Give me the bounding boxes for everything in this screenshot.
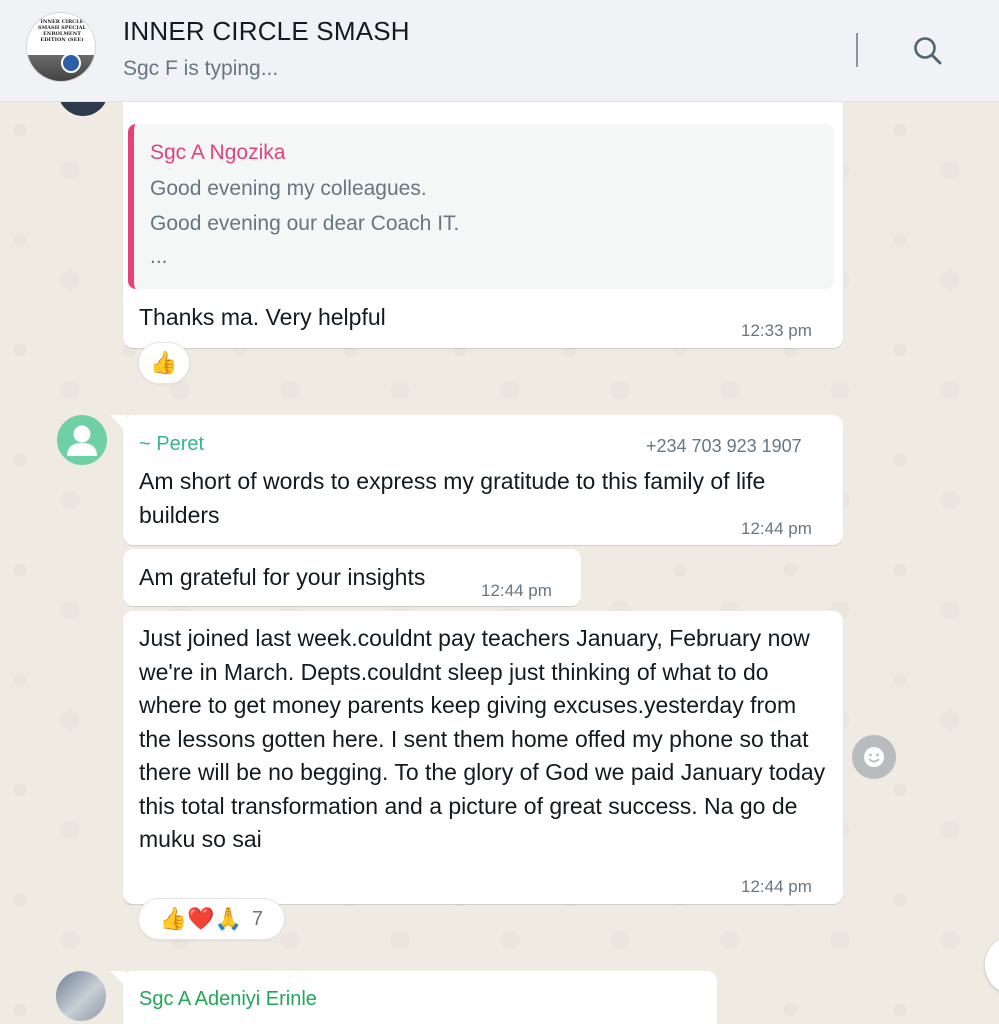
sender-name[interactable]: ~ Peret <box>139 433 204 456</box>
thumbs-up-icon: 👍 <box>150 350 178 375</box>
adeniyi-avatar[interactable] <box>56 971 106 1021</box>
message-text: Just joined last week.couldnt pay teache… <box>139 625 826 852</box>
message-text: Thanks ma. Very helpful <box>139 304 386 330</box>
smiley-icon <box>864 747 884 767</box>
quoted-line: Good evening our dear Coach IT. <box>150 212 460 235</box>
search-button[interactable] <box>910 33 946 69</box>
sender-phone: +234 703 923 1907 <box>646 436 802 456</box>
message-text: Am short of words to express my gratitud… <box>139 468 766 528</box>
quoted-line: Good evening my colleagues. <box>150 177 427 200</box>
chat-header: INNER CIRCLE SMASH SPECIAL ENROLMENT EDI… <box>0 0 999 102</box>
group-avatar-person <box>61 53 81 73</box>
header-divider <box>856 33 858 67</box>
message-time: 12:44 pm <box>741 519 812 538</box>
quoted-line: ... <box>150 245 168 268</box>
chat-title[interactable]: INNER CIRCLE SMASH <box>123 16 410 47</box>
react-button[interactable] <box>852 735 896 779</box>
peret-avatar[interactable] <box>57 415 107 465</box>
sender-name[interactable]: Sgc A Adeniyi Erinle <box>139 988 317 1011</box>
message-time: 12:33 pm <box>741 321 812 340</box>
person-icon <box>67 425 97 456</box>
group-avatar-text: INNER CIRCLE SMASH SPECIAL ENROLMENT EDI… <box>38 19 86 43</box>
message-time: 12:44 pm <box>741 877 812 896</box>
reaction-emojis: 👍❤️🙏 <box>159 906 243 931</box>
quoted-message[interactable]: Sgc A Ngozika Good evening my colleagues… <box>128 124 834 289</box>
message-text: Am grateful for your insights <box>139 564 426 590</box>
reaction-count: 7 <box>252 907 264 930</box>
typing-status: Sgc F is typing... <box>123 57 279 80</box>
quoted-author: Sgc A Ngozika <box>150 141 286 164</box>
group-avatar[interactable]: INNER CIRCLE SMASH SPECIAL ENROLMENT EDI… <box>26 12 96 82</box>
reaction-bar[interactable]: 👍 <box>138 342 190 384</box>
message-time: 12:44 pm <box>481 581 552 600</box>
reaction-bar[interactable]: 👍❤️🙏 7 <box>138 898 285 940</box>
search-icon <box>914 37 942 65</box>
